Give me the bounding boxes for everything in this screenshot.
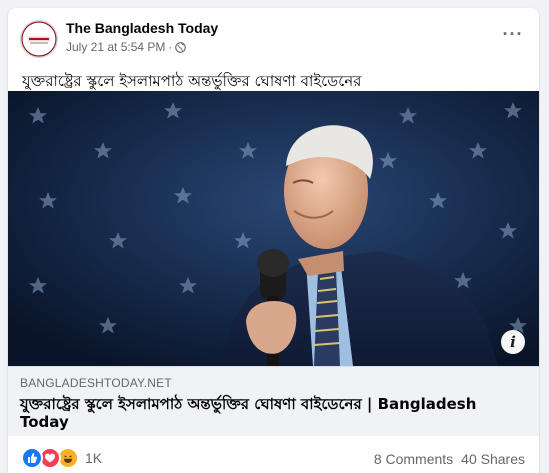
post-header: The Bangladesh Today July 21 at 5:54 PM … xyxy=(8,8,539,68)
link-title[interactable]: যুক্তরাষ্ট্রের স্কুলে ইসলামপাঠ অন্তর্ভুক… xyxy=(20,395,525,431)
page-avatar[interactable] xyxy=(20,20,58,58)
reactions-summary[interactable]: 1K xyxy=(21,447,102,469)
link-preview[interactable]: BANGLADESHTODAY.NET যুক্তরাষ্ট্রের স্কুল… xyxy=(8,366,539,436)
meta-separator: · xyxy=(168,40,173,54)
globe-icon xyxy=(175,41,187,53)
more-options-button[interactable]: ··· xyxy=(499,22,527,46)
page-name[interactable]: The Bangladesh Today xyxy=(66,20,218,36)
more-options-icon: ··· xyxy=(502,23,524,44)
like-icon xyxy=(21,447,43,469)
post-meta: July 21 at 5:54 PM · xyxy=(66,40,187,54)
post-stats: 8 Comments 40 Shares xyxy=(374,451,525,467)
avatar-logo xyxy=(21,21,57,57)
info-button[interactable]: i xyxy=(501,330,525,354)
post-timestamp[interactable]: July 21 at 5:54 PM xyxy=(66,40,165,54)
post-image[interactable]: i xyxy=(8,91,539,366)
speaker-photo xyxy=(8,91,539,366)
post-card: The Bangladesh Today July 21 at 5:54 PM … xyxy=(8,8,539,473)
reaction-count: 1K xyxy=(85,450,103,466)
shares-count[interactable]: 40 Shares xyxy=(461,451,525,467)
info-icon: i xyxy=(510,333,516,351)
link-domain: BANGLADESHTODAY.NET xyxy=(20,376,172,390)
comments-count[interactable]: 8 Comments xyxy=(374,451,453,467)
post-footer: 1K 8 Comments 40 Shares xyxy=(8,436,539,473)
